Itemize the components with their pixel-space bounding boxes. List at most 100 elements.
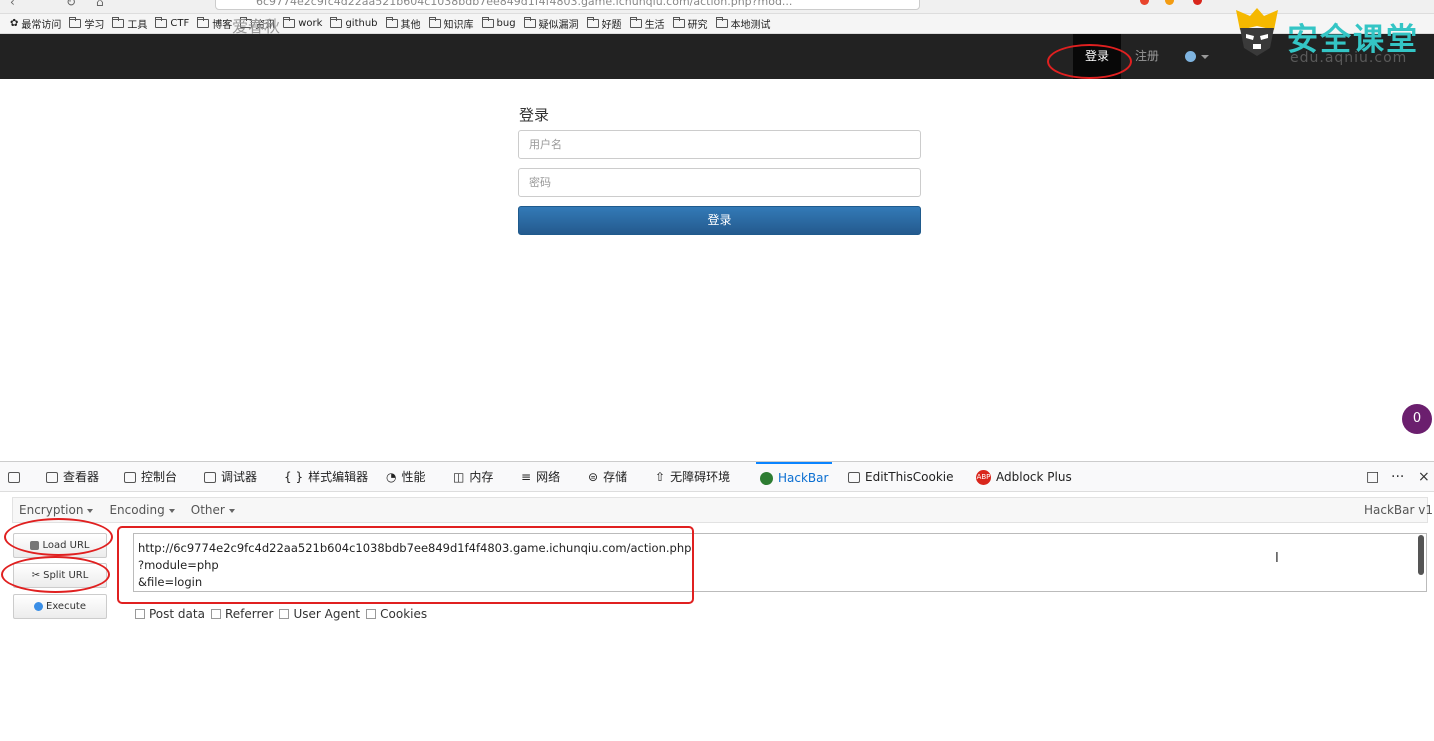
- bookmark-folder[interactable]: bug: [481, 17, 516, 29]
- tab-hackbar[interactable]: HackBar: [756, 462, 833, 492]
- storage-icon: ⊜: [588, 470, 599, 484]
- notification-badge[interactable]: 0: [1402, 404, 1432, 434]
- bookmark-folder[interactable]: 其他: [385, 16, 421, 31]
- annotation-circle-split-url: [1, 556, 110, 593]
- extension-icon[interactable]: [1193, 0, 1202, 5]
- folder-icon: [672, 17, 685, 28]
- textarea-scrollbar[interactable]: [1418, 535, 1424, 575]
- folder-icon: [481, 17, 494, 28]
- folder-icon: [629, 17, 642, 28]
- hackbar-icon: [760, 471, 773, 485]
- tab-style-editor[interactable]: { } 样式编辑器: [284, 462, 368, 492]
- nav-register-link[interactable]: 注册: [1135, 34, 1159, 79]
- network-icon: ≡: [521, 470, 532, 484]
- hackbar-options: Post data Referrer User Agent Cookies: [133, 607, 427, 621]
- gauge-icon: ◔: [386, 470, 397, 484]
- folder-icon: [715, 17, 728, 28]
- globe-icon[interactable]: [1185, 51, 1196, 62]
- chevron-down-icon: [228, 508, 235, 513]
- chevron-down-icon: [168, 508, 175, 513]
- text-cursor-icon: I: [1275, 551, 1279, 566]
- folder-icon: [112, 17, 125, 28]
- password-input[interactable]: [518, 168, 921, 197]
- bookmark-folder[interactable]: 生活: [629, 16, 665, 31]
- cookie-icon: [848, 471, 860, 483]
- devtools-tab-bar: 查看器 控制台 调试器 { } 样式编辑器 ◔ 性能 ◫ 内存 ≡ 网络 ⊜ 存储 ⇧ 无障…: [0, 462, 1434, 492]
- menu-encoding[interactable]: Encoding: [109, 503, 175, 517]
- back-icon[interactable]: ‹: [10, 0, 15, 9]
- bookmarks-bar: ✿ 最常访问 学习 工具 CTF 博客 资讯 work github 其他 知识库…: [0, 14, 1434, 34]
- referrer-checkbox[interactable]: [210, 609, 221, 619]
- bookmark-folder[interactable]: 本地测试: [715, 16, 771, 31]
- folder-icon: [586, 17, 599, 28]
- url-bar[interactable]: 6c9774e2c9fc4d22aa521b604c1038bdb7ee849d…: [215, 0, 920, 10]
- bookmark-folder[interactable]: 好题: [586, 16, 622, 31]
- play-icon: [34, 602, 43, 611]
- login-submit-button[interactable]: 登录: [518, 206, 921, 235]
- folder-icon: [69, 17, 82, 28]
- menu-encryption[interactable]: Encryption: [19, 503, 94, 517]
- hackbar-version: HackBar v1: [1364, 503, 1433, 517]
- extension-icon[interactable]: [1140, 0, 1149, 5]
- tab-debugger[interactable]: 调试器: [204, 462, 257, 492]
- gear-icon: ✿: [10, 18, 19, 29]
- debugger-icon: [204, 471, 216, 483]
- username-input[interactable]: [518, 130, 921, 159]
- annotation-box-url: [117, 526, 694, 604]
- reload-icon[interactable]: ↻: [66, 0, 76, 9]
- menu-other[interactable]: Other: [191, 503, 235, 517]
- element-picker-icon[interactable]: [8, 462, 20, 492]
- site-brand[interactable]: 爱春秋: [232, 13, 280, 37]
- cookies-checkbox[interactable]: [366, 609, 377, 619]
- chevron-down-icon: [87, 508, 94, 513]
- bookmark-folder[interactable]: 学习: [69, 16, 104, 31]
- tab-editthiscookie[interactable]: EditThisCookie: [848, 462, 954, 492]
- memory-icon: ◫: [453, 470, 465, 484]
- bookmark-folder[interactable]: CTF: [155, 17, 189, 29]
- bookmark-folder[interactable]: github: [330, 17, 378, 29]
- bookmark-folder[interactable]: 研究: [672, 16, 708, 31]
- bookmark-item[interactable]: ✿ 最常访问: [10, 16, 61, 31]
- tab-storage[interactable]: ⊜ 存储: [588, 462, 627, 492]
- adblock-icon: ABP: [976, 469, 991, 485]
- more-options-icon[interactable]: ···: [1391, 469, 1404, 485]
- inspector-icon: [46, 471, 58, 483]
- folder-icon: [197, 17, 210, 28]
- annotation-circle-load-url: [4, 518, 113, 556]
- user-agent-checkbox[interactable]: [279, 609, 290, 619]
- watermark-logo: [1236, 8, 1278, 56]
- login-form-title: 登录: [519, 106, 550, 124]
- tab-inspector[interactable]: 查看器: [46, 462, 99, 492]
- folder-icon: [385, 17, 398, 28]
- browser-toolbar: ‹ ↻ ⌂ 6c9774e2c9fc4d22aa521b604c1038bdb7…: [0, 0, 1434, 14]
- execute-button[interactable]: Execute: [13, 594, 107, 619]
- bookmark-folder[interactable]: 疑似漏洞: [523, 16, 579, 31]
- close-icon[interactable]: ×: [1418, 469, 1430, 485]
- bookmark-folder[interactable]: 博客: [197, 16, 232, 31]
- post-data-checkbox[interactable]: [135, 609, 145, 619]
- chevron-down-icon[interactable]: [1201, 55, 1209, 59]
- hackbar-menu: Encryption Encoding Other: [12, 497, 1428, 523]
- tab-accessibility[interactable]: ⇧ 无障碍环境: [655, 462, 730, 492]
- tab-performance[interactable]: ◔ 性能: [386, 462, 426, 492]
- tab-memory[interactable]: ◫ 内存: [453, 462, 493, 492]
- folder-icon: [283, 17, 296, 28]
- braces-icon: { }: [284, 470, 304, 484]
- watermark-subtitle: edu.aqniu.com: [1290, 50, 1408, 66]
- dock-icon[interactable]: □: [1366, 469, 1379, 485]
- folder-icon: [428, 17, 441, 28]
- extension-icon[interactable]: [1165, 0, 1174, 5]
- site-navbar: [0, 34, 1434, 79]
- folder-icon: [523, 17, 536, 28]
- tab-console[interactable]: 控制台: [124, 462, 177, 492]
- accessibility-icon: ⇧: [655, 470, 666, 484]
- folder-icon: [155, 17, 168, 28]
- annotation-circle-login: [1047, 44, 1132, 79]
- bookmark-folder[interactable]: 工具: [112, 16, 147, 31]
- folder-icon: [330, 17, 343, 28]
- tab-network[interactable]: ≡ 网络: [521, 462, 560, 492]
- home-icon[interactable]: ⌂: [96, 0, 104, 9]
- bookmark-folder[interactable]: work: [283, 17, 322, 29]
- bookmark-folder[interactable]: 知识库: [428, 16, 474, 31]
- tab-adblock-plus[interactable]: ABP Adblock Plus: [976, 462, 1072, 492]
